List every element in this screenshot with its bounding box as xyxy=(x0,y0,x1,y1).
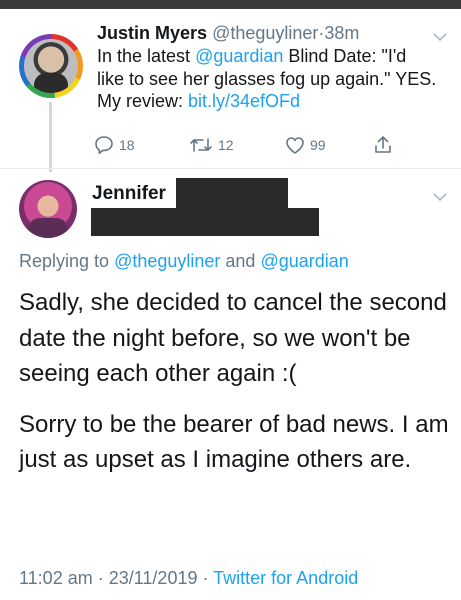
tweet-header: Justin Myers @theguyliner·38m xyxy=(97,22,359,44)
reply-count: 18 xyxy=(119,137,135,153)
redaction-box xyxy=(176,178,288,208)
like-icon xyxy=(286,137,304,154)
avatar[interactable] xyxy=(19,180,77,238)
mention-link[interactable]: @guardian xyxy=(195,46,283,66)
tweet-text: In the latest @guardian Blind Date: "I'd… xyxy=(97,45,437,113)
retweet-button[interactable]: 12 xyxy=(188,134,234,156)
share-icon xyxy=(375,136,391,153)
retweet-count: 12 xyxy=(218,137,234,153)
chevron-down-icon[interactable] xyxy=(432,32,448,42)
chevron-down-icon[interactable] xyxy=(432,192,448,202)
thread-line xyxy=(49,102,52,172)
reply-icon xyxy=(95,136,113,154)
tweet-date[interactable]: 23/11/2019 xyxy=(109,568,198,588)
timestamp[interactable]: 38m xyxy=(324,23,359,43)
separator: · xyxy=(197,568,214,588)
like-button[interactable]: 99 xyxy=(284,134,326,156)
tweet-time[interactable]: 11:02 am xyxy=(19,568,93,588)
user-handle[interactable]: @theguyliner xyxy=(212,23,318,43)
mention-link[interactable]: @theguyliner xyxy=(114,251,220,271)
replying-to: Replying to @theguyliner and @guardian xyxy=(19,250,349,272)
avatar-photo xyxy=(24,39,78,93)
display-name[interactable]: Justin Myers xyxy=(97,23,207,43)
avatar[interactable] xyxy=(19,34,83,98)
divider xyxy=(0,168,461,169)
url-link[interactable]: bit.ly/34efOFd xyxy=(188,91,300,111)
retweet-icon xyxy=(190,138,212,152)
tweet-paragraph: Sadly, she decided to cancel the second … xyxy=(19,289,447,387)
quoted-tweet[interactable]: Justin Myers @theguyliner·38m In the lat… xyxy=(0,9,461,172)
tweet-text-part: In the latest xyxy=(97,46,196,66)
tweet-meta: 11:02 am · 23/11/2019 · Twitter for Andr… xyxy=(19,567,358,589)
tweet-paragraph: Sorry to be the bearer of bad news. I am… xyxy=(19,410,449,474)
top-status-bar xyxy=(0,0,461,9)
reply-button[interactable]: 18 xyxy=(93,134,135,156)
replying-label: Replying to xyxy=(19,251,115,271)
like-count: 99 xyxy=(310,137,326,153)
share-button[interactable] xyxy=(372,134,394,156)
replying-label: and xyxy=(220,251,261,271)
separator: · xyxy=(92,568,109,588)
display-name[interactable]: Jennifer xyxy=(92,183,166,205)
tweet-text: Sadly, she decided to cancel the second … xyxy=(19,285,449,493)
redaction-box xyxy=(91,208,319,236)
mention-link[interactable]: @guardian xyxy=(260,251,348,271)
source-link[interactable]: Twitter for Android xyxy=(213,568,358,588)
